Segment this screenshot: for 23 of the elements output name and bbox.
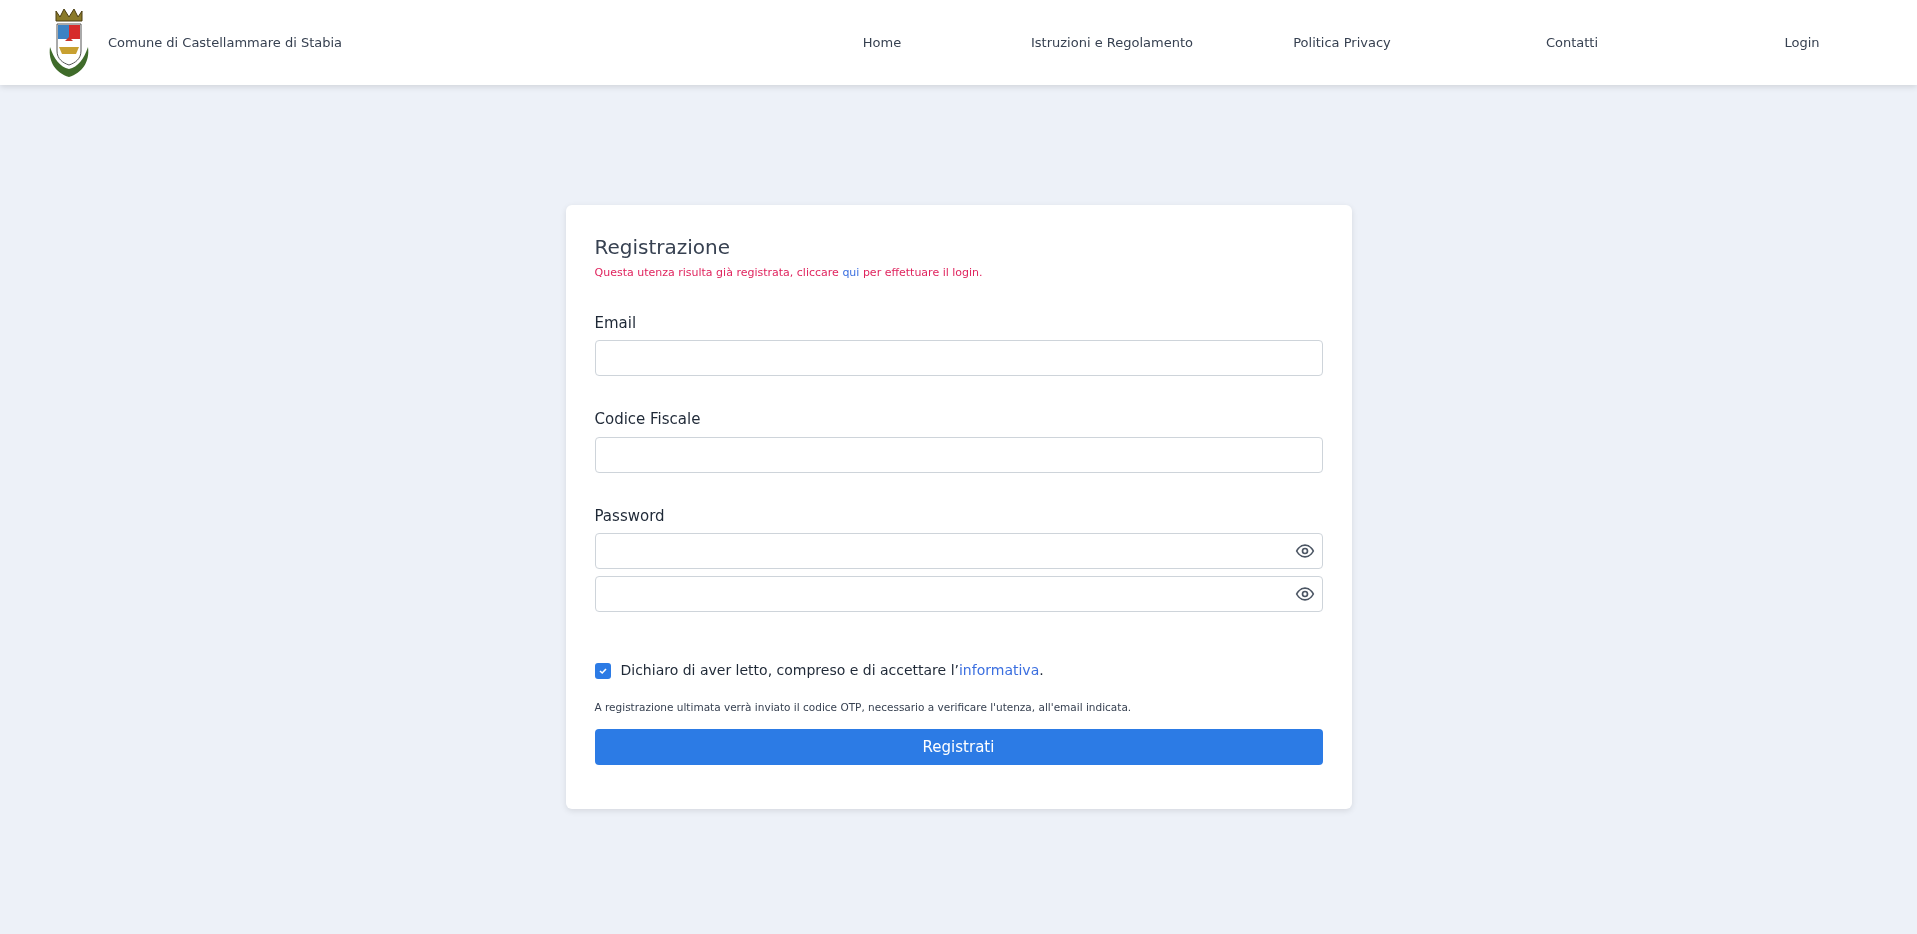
password-field[interactable]: [594, 533, 1323, 569]
form-title: Registrazione: [594, 234, 732, 261]
privacy-link[interactable]: informativa: [959, 662, 1040, 678]
field-label: Password: [594, 505, 666, 527]
password-field[interactable]: [594, 576, 1323, 612]
nav-link[interactable]: Contatti: [1457, 32, 1687, 53]
site-name: Comune di Castellammare di Stabia: [108, 33, 343, 52]
checkbox[interactable]: [594, 662, 611, 679]
nav-link[interactable]: Home: [767, 32, 997, 53]
otp-note: A registrazione ultimata verrà inviato il codice OTP, necessario a verificare l'utenza, all'email indicata.: [594, 700, 1133, 715]
error-message: Questa utenza risulta già registrata, cliccare qui per effettuare il login.: [594, 265, 984, 281]
nav-link[interactable]: Istruzioni e Regolamento: [997, 32, 1227, 53]
field-label: Email: [594, 312, 638, 334]
register-button[interactable]: Registrati: [594, 728, 1323, 765]
eye-icon[interactable]: [1294, 584, 1315, 604]
eye-icon[interactable]: [1294, 541, 1315, 561]
input-field[interactable]: [594, 436, 1323, 473]
nav-link[interactable]: Politica Privacy: [1227, 32, 1457, 53]
field-label: Codice Fiscale: [594, 409, 702, 430]
consent-text: Dichiaro di aver letto, compreso e di accettare l’informativa.: [620, 661, 1044, 680]
nav-link[interactable]: Login: [1687, 32, 1917, 53]
here-link[interactable]: qui: [842, 266, 860, 279]
input-field[interactable]: [594, 340, 1323, 376]
